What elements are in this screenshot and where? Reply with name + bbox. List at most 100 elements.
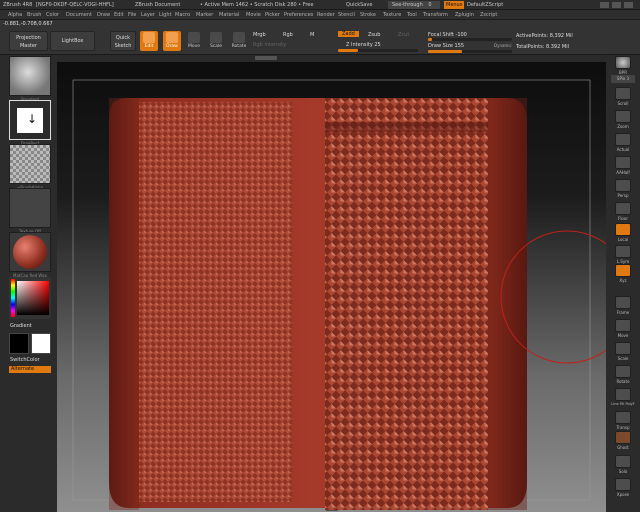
lsym-icon: [615, 245, 631, 258]
ghost-button[interactable]: Ghost: [611, 431, 635, 453]
stroke-preview: ↓: [17, 108, 43, 133]
menu-draw[interactable]: Draw: [97, 12, 110, 18]
minimize-icon[interactable]: [612, 2, 621, 8]
menu-light[interactable]: Light: [159, 12, 171, 18]
menu-movie[interactable]: Movie: [246, 12, 261, 18]
draw-mode-button[interactable]: Draw: [163, 31, 181, 51]
menu-zscript[interactable]: Zscript: [480, 12, 497, 18]
move-mode-button[interactable]: Move: [185, 31, 203, 51]
alternate-toggle[interactable]: Alternate: [9, 366, 51, 373]
dynamic-toggle[interactable]: Dynamic: [494, 43, 512, 48]
main-color-swatch[interactable]: [9, 333, 29, 354]
menu-brush[interactable]: Brush: [27, 12, 41, 18]
edit-icon: [143, 32, 155, 43]
gradient-label[interactable]: Gradient: [10, 323, 32, 329]
menu-file[interactable]: File: [128, 12, 136, 18]
actual-icon: [615, 133, 631, 146]
menu-transform[interactable]: Transform: [423, 12, 448, 18]
bpr-icon: [615, 56, 631, 69]
z-intensity-label[interactable]: Z Intensity 25: [346, 42, 381, 48]
menu-render[interactable]: Render: [317, 12, 335, 18]
rotate-button[interactable]: Rotate: [611, 365, 635, 387]
menu-document[interactable]: Document: [66, 12, 92, 18]
cylinder-right-shade: [488, 98, 527, 510]
focal-shift-track[interactable]: [428, 38, 512, 41]
zsub-toggle[interactable]: Zsub: [368, 32, 380, 38]
close-icon[interactable]: [624, 2, 633, 8]
menu-tool[interactable]: Tool: [407, 12, 417, 18]
app-name: ZBrush 4R8: [3, 2, 33, 8]
polyf-button[interactable]: Line Fill PolyF: [611, 388, 635, 410]
projection-master-button[interactable]: Projection Master: [9, 31, 48, 51]
menu-picker[interactable]: Picker: [265, 12, 280, 18]
color-square[interactable]: [17, 281, 49, 315]
rotate-mode-button[interactable]: Rotate: [230, 31, 248, 51]
model-view[interactable]: [57, 62, 606, 512]
move-button[interactable]: Move: [611, 319, 635, 341]
frame-button[interactable]: Frame: [611, 296, 635, 318]
menu-preferences[interactable]: Preferences: [284, 12, 313, 18]
canvas-top-handle[interactable]: [255, 56, 277, 60]
actual-button[interactable]: Actual: [611, 133, 635, 155]
solo-button[interactable]: Solo: [611, 455, 635, 477]
focal-shift-fill: [428, 38, 432, 41]
quicksave-button[interactable]: QuickSave: [346, 2, 372, 8]
menu-macro[interactable]: Macro: [175, 12, 190, 18]
alpha-thumbnail[interactable]: [9, 144, 51, 184]
menu-stroke[interactable]: Stroke: [360, 12, 376, 18]
brush-thumbnail[interactable]: [9, 56, 51, 96]
top-shelf: -0.881,-0.708,0.667 Projection Master Li…: [0, 20, 640, 55]
material-thumbnail[interactable]: [9, 232, 51, 272]
mrgb-toggle[interactable]: Mrgb: [253, 32, 266, 38]
left-shelf: Standard ↓ DragRect ~BrushAlpha Texture …: [0, 55, 57, 512]
menu-color[interactable]: Color: [46, 12, 59, 18]
knurl-band-left: [139, 102, 292, 502]
lightbox-button[interactable]: LightBox: [50, 31, 95, 51]
stroke-thumbnail[interactable]: ↓: [9, 100, 51, 140]
draw-size-label[interactable]: Draw Size 155: [428, 43, 464, 49]
hue-strip[interactable]: [11, 279, 15, 317]
palette-icon[interactable]: [600, 2, 609, 8]
menu-zplugin[interactable]: Zplugin: [455, 12, 474, 18]
quick-sketch-button[interactable]: Quick Sketch: [110, 31, 136, 51]
xpose-button[interactable]: Xpose: [611, 478, 635, 500]
menu-material[interactable]: Material: [219, 12, 239, 18]
menu-stencil[interactable]: Stencil: [338, 12, 355, 18]
persp-button[interactable]: Persp: [611, 179, 635, 201]
zscript-button[interactable]: DefaultZScript: [467, 2, 503, 8]
scale-button[interactable]: Scale: [611, 342, 635, 364]
menu-layer[interactable]: Layer: [141, 12, 155, 18]
texture-thumbnail[interactable]: [9, 188, 51, 228]
scroll-button[interactable]: Scroll: [611, 87, 635, 109]
knurl-band-right: [325, 98, 488, 510]
scale-view-icon: [615, 342, 631, 355]
zcut-toggle[interactable]: Zcut: [398, 32, 409, 38]
color-picker[interactable]: [9, 277, 51, 319]
transp-button[interactable]: Transp: [611, 411, 635, 433]
m-toggle[interactable]: M: [310, 32, 314, 38]
floor-button[interactable]: Floor: [611, 202, 635, 224]
polyframe-icon: [615, 388, 631, 401]
switchcolor-button[interactable]: SwitchColor: [10, 357, 40, 363]
secondary-color-swatch[interactable]: [31, 333, 51, 354]
rgb-toggle[interactable]: Rgb: [283, 32, 293, 38]
scale-mode-button[interactable]: Scale: [207, 31, 225, 51]
zadd-toggle[interactable]: Zadd: [338, 31, 359, 37]
menu-texture[interactable]: Texture: [383, 12, 401, 18]
menu-bar: Alpha Brush Color Document Draw Edit Fil…: [0, 10, 640, 20]
seethrough-slider[interactable]: See-through 0: [388, 1, 440, 9]
solo-icon: [615, 455, 631, 468]
menu-alpha[interactable]: Alpha: [8, 12, 22, 18]
xyz-button[interactable]: Xyz: [611, 264, 635, 286]
menus-toggle[interactable]: Menus: [444, 1, 465, 9]
local-button[interactable]: Local: [611, 223, 635, 245]
zoom-button[interactable]: Zoom: [611, 110, 635, 132]
edit-mode-button[interactable]: Edit: [140, 31, 158, 51]
rgb-intensity-slider[interactable]: Rgb Intensity: [253, 42, 286, 48]
rotate-icon: [233, 32, 245, 43]
memory-info: • Active Mem 1462 • Scratch Disk 280 • F…: [200, 2, 314, 8]
menu-marker[interactable]: Marker: [196, 12, 213, 18]
spix-slider[interactable]: SPix 3: [611, 75, 635, 85]
aahalf-button[interactable]: AAHalf: [611, 156, 635, 178]
menu-edit[interactable]: Edit: [114, 12, 124, 18]
